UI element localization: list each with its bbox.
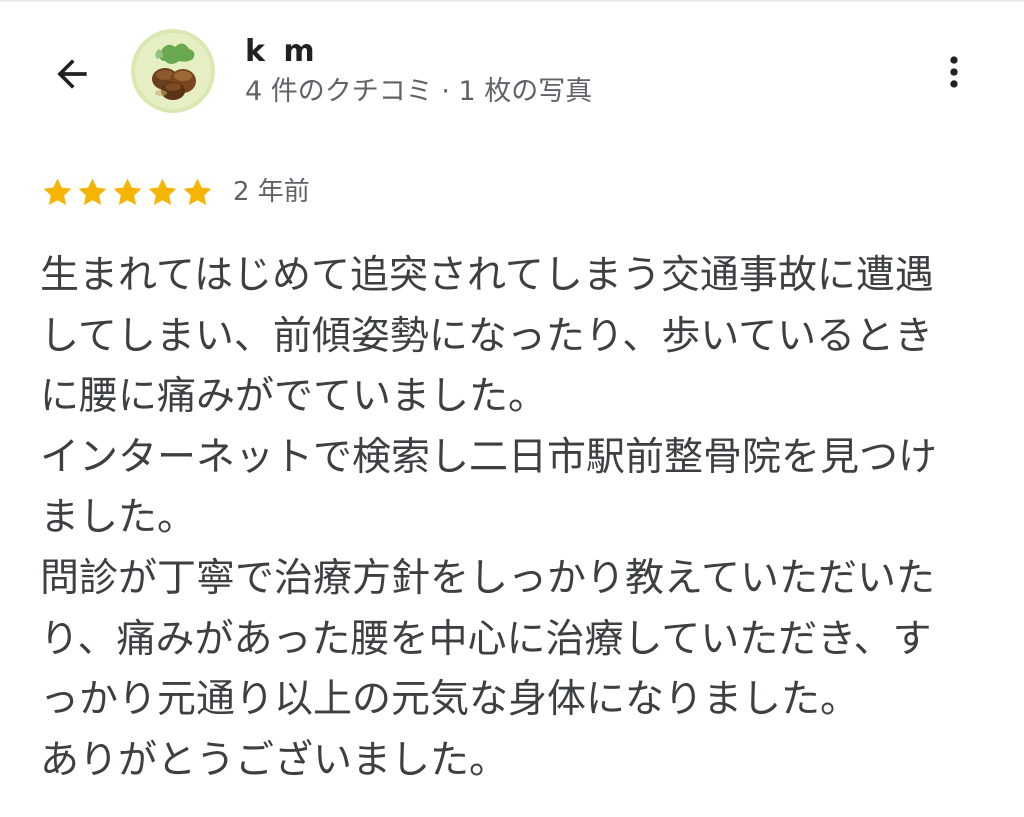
review-line: 生まれてはじめて追突されてしまう交通事故に遭遇 bbox=[40, 253, 934, 298]
star-rating bbox=[40, 174, 215, 210]
review-date: 2 年前 bbox=[233, 177, 310, 207]
star-icon bbox=[183, 178, 212, 205]
review-body: 生まれてはじめて追突されてしまう交通事故に遭遇 してしまい、前傾姿勢になったり、… bbox=[40, 246, 980, 791]
top-divider bbox=[0, 0, 1024, 2]
avatar[interactable] bbox=[131, 29, 215, 113]
review-line: 問診が丁寧で治療方針をしっかり教えていただいた bbox=[40, 555, 936, 601]
chestnut-avatar-image bbox=[131, 29, 215, 113]
review-line: り、痛みがあった腰を中心に治療していただき、す bbox=[40, 616, 932, 662]
arrow-back-icon bbox=[57, 59, 87, 89]
back-button[interactable] bbox=[44, 46, 100, 102]
star-icon bbox=[148, 178, 177, 205]
review-line: インターネットで検索し二日市駅前整骨院を見つけ bbox=[40, 434, 938, 480]
user-name[interactable]: k m bbox=[245, 34, 319, 70]
review-line: に腰に痛みがでていました。 bbox=[40, 374, 548, 420]
more-vert-icon bbox=[950, 56, 958, 88]
star-icon bbox=[43, 178, 72, 205]
star-icon bbox=[113, 178, 142, 205]
review-line: ました。 bbox=[40, 495, 197, 541]
star-icon bbox=[78, 178, 107, 205]
review-page: k m 4 件のクチコミ · 1 枚の写真 2 年前 生まれてはじめて追突されて… bbox=[0, 0, 1024, 817]
user-stats: 4 件のクチコミ · 1 枚の写真 bbox=[245, 76, 593, 107]
review-line: ありがとうございました。 bbox=[40, 737, 509, 783]
review-line: してしまい、前傾姿勢になったり、歩いているとき bbox=[40, 313, 934, 359]
review-line: っかり元通り以上の元気な身体になりました。 bbox=[40, 677, 860, 723]
more-options-button[interactable] bbox=[926, 44, 982, 100]
